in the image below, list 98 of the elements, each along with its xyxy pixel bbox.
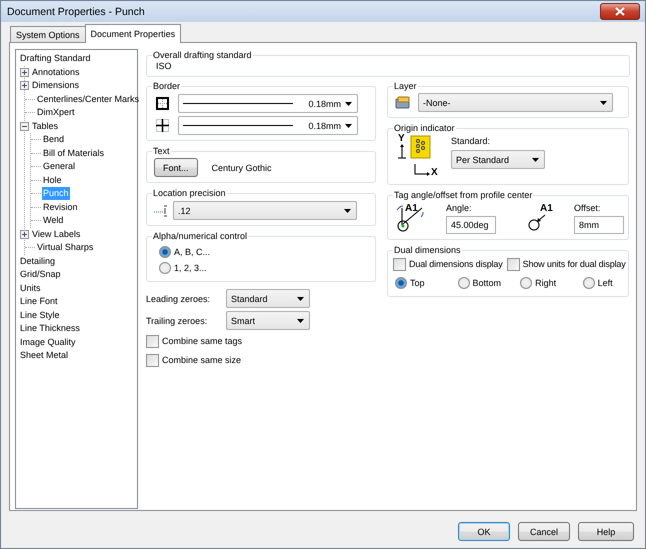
precision-icon (154, 204, 168, 218)
radio-label: Left (598, 278, 613, 288)
dropdown-arrow-icon (600, 100, 607, 104)
angle-input[interactable]: 45.00deg (446, 216, 496, 234)
close-icon (615, 7, 625, 16)
font-button[interactable]: Font... (154, 158, 198, 177)
radio-label: Top (410, 278, 425, 288)
field-label: Trailing zeroes: (146, 316, 208, 326)
inner-border-icon (156, 119, 169, 132)
tree-item[interactable]: Bill of Materials (42, 146, 106, 160)
standard-dropdown[interactable]: Per Standard (451, 150, 545, 169)
tab[interactable]: Document Properties (84, 24, 182, 43)
close-button[interactable] (600, 3, 640, 20)
tree-item[interactable]: Drafting Standard (19, 52, 92, 66)
checkbox[interactable] (146, 354, 159, 366)
outer-border-icon (156, 97, 169, 110)
tree-item[interactable]: Tables (31, 120, 60, 133)
line-thickness-dropdown[interactable]: 0.18mm (178, 116, 358, 135)
checkbox-label: Combine same size (162, 355, 242, 365)
tree-item[interactable]: DimXpert (36, 106, 76, 120)
radio-label: Right (535, 278, 556, 288)
dropdown-arrow-icon (297, 318, 304, 322)
group-title: Origin indicator (393, 123, 456, 133)
offset-input[interactable]: 8mm (574, 216, 624, 234)
radio-button[interactable] (159, 262, 171, 274)
checkbox[interactable] (393, 258, 406, 270)
field-label: Standard: (451, 136, 492, 146)
precision-dropdown[interactable]: .12 (173, 201, 357, 220)
tree-item[interactable]: Annotations (31, 66, 81, 79)
font-name: Century Gothic (212, 162, 272, 172)
line-thickness-dropdown[interactable]: 0.18mm (178, 94, 358, 113)
radio-label: A, B, C... (174, 247, 210, 257)
tree-item[interactable]: Dimensions (31, 79, 80, 92)
dialog-button[interactable]: OK (458, 522, 510, 541)
dropdown-arrow-icon (532, 158, 539, 162)
field-label: Angle: (446, 203, 473, 213)
tree-item[interactable]: Sheet Metal (19, 349, 70, 362)
field-label: Offset: (574, 203, 602, 213)
tree-item[interactable]: Centerlines/Center Marks (36, 92, 140, 106)
tree-item[interactable]: View Labels (31, 228, 82, 241)
radio-button[interactable] (582, 277, 595, 289)
expand-icon[interactable] (20, 230, 29, 239)
layers-icon (395, 96, 410, 109)
group-title: Alpha/numerical control (152, 231, 248, 241)
group-title: Location precision (152, 188, 227, 198)
group-title: Overall drafting standard (152, 50, 253, 60)
tag-offset-icon (528, 214, 546, 230)
tree-item[interactable]: Line Style (19, 308, 61, 322)
radio-button[interactable] (458, 277, 470, 289)
tree-item[interactable]: Detailing (19, 254, 56, 268)
radio-label: 1, 2, 3... (174, 263, 207, 273)
tree-item[interactable]: Virtual Sharps (36, 241, 94, 254)
tree-item[interactable]: Hole (42, 174, 63, 187)
tree-item[interactable]: Revision (42, 200, 79, 214)
dropdown-arrow-icon (345, 124, 352, 128)
tree-item[interactable]: Weld (42, 214, 64, 228)
tree-item[interactable]: Bend (42, 133, 66, 146)
expand-icon[interactable] (20, 81, 29, 90)
group-title: Tag angle/offset from profile center (393, 190, 534, 200)
checkbox-label: Combine same tags (162, 336, 242, 346)
tag-label: A1 (540, 204, 553, 214)
tab[interactable]: System Options (10, 26, 86, 42)
layer-dropdown[interactable]: -None- (418, 93, 613, 112)
group-title: Text (152, 146, 171, 156)
axis-label: X (431, 168, 438, 178)
group-title: Dual dimensions (393, 245, 462, 255)
tree-item[interactable]: Line Font (19, 295, 59, 308)
collapse-icon[interactable] (20, 122, 29, 131)
radio-button[interactable] (159, 246, 171, 258)
radio-button[interactable] (395, 277, 407, 289)
tree-item[interactable]: Units (19, 282, 42, 295)
dropdown-arrow-icon (297, 296, 304, 300)
group-title: Border (152, 81, 182, 91)
tree-item[interactable]: General (42, 160, 76, 174)
zeroes-dropdown[interactable]: Standard (226, 289, 310, 308)
radio-button[interactable] (520, 277, 532, 289)
tag-label: A1 (405, 204, 418, 214)
radio-label: Bottom (472, 278, 502, 288)
zeroes-dropdown[interactable]: Smart (226, 311, 310, 330)
field-label: Leading zeroes: (146, 294, 212, 304)
tree-item[interactable]: Line Thickness (19, 322, 81, 336)
dropdown-arrow-icon (344, 208, 351, 212)
standard-value: ISO (155, 60, 173, 71)
group-title: Layer (393, 81, 418, 91)
checkbox[interactable] (146, 334, 159, 348)
checkbox-label: Show units for dual display (522, 259, 626, 269)
tree-item[interactable]: Grid/Snap (19, 268, 62, 282)
dialog-button[interactable]: Help (578, 522, 634, 541)
line-sample-icon (183, 102, 293, 104)
expand-icon[interactable] (20, 68, 29, 77)
axis-label: Y (398, 134, 405, 144)
checkbox-label: Dual dimensions display (409, 259, 503, 269)
tree-item[interactable]: Image Quality (19, 336, 77, 349)
window-title: Document Properties - Punch (7, 6, 145, 18)
checkbox[interactable] (506, 258, 520, 270)
line-sample-icon (183, 124, 293, 126)
dropdown-arrow-icon (345, 102, 352, 106)
dialog-button[interactable]: Cancel (518, 522, 570, 541)
